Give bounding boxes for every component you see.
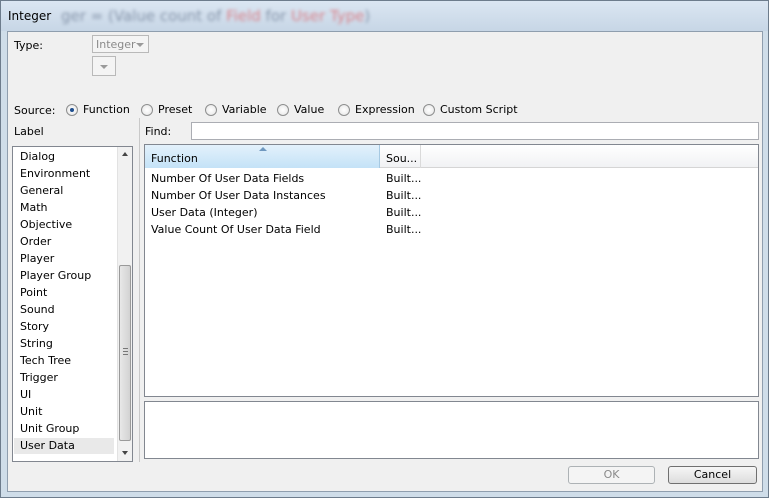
dialog-body: Type: Integer Source: Function Preset Va… <box>7 31 763 492</box>
list-item[interactable]: Point <box>20 286 47 299</box>
column-header-label: Sou... <box>386 152 418 165</box>
grip-icon <box>123 348 128 355</box>
cancel-button[interactable]: Cancel <box>668 466 757 484</box>
list-item[interactable]: String <box>20 337 53 350</box>
function-cell: Value Count Of User Data Field <box>151 223 321 236</box>
source-radio-expression[interactable]: Expression <box>338 103 415 116</box>
source-radio-variable[interactable]: Variable <box>205 103 267 116</box>
list-item[interactable]: Trigger <box>20 371 58 384</box>
list-item[interactable]: Player <box>20 252 54 265</box>
dialog-window: Integer ger = (Value count of Field for … <box>0 0 769 498</box>
table-row[interactable]: Number Of User Data Fields Built... <box>145 170 758 187</box>
radio-icon <box>141 103 153 116</box>
label-list-scrollbar[interactable] <box>117 147 132 461</box>
ok-button[interactable]: OK <box>568 466 655 484</box>
list-item[interactable]: Order <box>20 235 51 248</box>
description-panel <box>144 401 759 459</box>
list-item[interactable]: UI <box>20 388 31 401</box>
subtype-dropdown[interactable] <box>92 56 116 76</box>
find-label: Find: <box>145 125 172 138</box>
scrollbar-thumb[interactable] <box>119 265 131 441</box>
source-radio-label: Preset <box>158 103 193 116</box>
list-item-selected[interactable]: User Data <box>14 438 114 454</box>
source-radio-label: Function <box>83 103 130 116</box>
table-row[interactable]: Value Count Of User Data Field Built... <box>145 221 758 238</box>
type-dropdown[interactable]: Integer <box>92 35 149 53</box>
list-item[interactable]: Tech Tree <box>20 354 71 367</box>
radio-selected-icon <box>66 103 78 116</box>
label-panel-heading: Label <box>14 125 44 138</box>
list-item[interactable]: Dialog <box>20 150 55 163</box>
blurred-expression-preview: ger = (Value count of Field for User Typ… <box>61 7 371 25</box>
radio-icon <box>423 103 435 116</box>
source-radio-value[interactable]: Value <box>277 103 324 116</box>
source-radio-label: Custom Script <box>440 103 518 116</box>
chevron-down-icon <box>100 65 108 69</box>
list-item[interactable]: Player Group <box>20 269 91 282</box>
type-label: Type: <box>14 39 43 52</box>
scroll-down-icon[interactable] <box>122 451 128 455</box>
source-radio-function[interactable]: Function <box>66 103 130 116</box>
column-header-label: Function <box>151 152 198 165</box>
table-row[interactable]: Number Of User Data Instances Built... <box>145 187 758 204</box>
list-item[interactable]: Sound <box>20 303 55 316</box>
function-cell: Number Of User Data Instances <box>151 189 326 202</box>
list-item[interactable]: Unit Group <box>20 422 79 435</box>
function-cell: User Data (Integer) <box>151 206 258 219</box>
function-cell: Number Of User Data Fields <box>151 172 305 185</box>
source-cell: Built... <box>386 172 422 185</box>
label-list[interactable]: Dialog Environment General Math Objectiv… <box>12 146 133 462</box>
scroll-up-icon[interactable] <box>122 152 128 156</box>
source-cell: Built... <box>386 206 422 219</box>
radio-icon <box>338 103 350 116</box>
function-table[interactable]: Function Sou... Number Of User Data Fiel… <box>144 144 759 397</box>
table-header: Function Sou... <box>145 145 758 168</box>
source-cell: Built... <box>386 189 422 202</box>
list-item[interactable]: Unit <box>20 405 42 418</box>
source-label: Source: <box>14 104 56 117</box>
window-title: Integer <box>8 9 52 23</box>
title-bar[interactable]: Integer ger = (Value count of Field for … <box>1 1 768 31</box>
radio-icon <box>277 103 289 116</box>
chevron-down-icon <box>136 43 144 47</box>
sort-ascending-icon <box>259 147 267 151</box>
radio-icon <box>205 103 217 116</box>
column-header-function[interactable]: Function <box>145 145 380 168</box>
source-radio-label: Variable <box>222 103 267 116</box>
list-item[interactable]: General <box>20 184 63 197</box>
source-radio-label: Value <box>294 103 325 116</box>
source-radio-custom-script[interactable]: Custom Script <box>423 103 518 116</box>
list-item[interactable]: Story <box>20 320 49 333</box>
source-cell: Built... <box>386 223 422 236</box>
find-input[interactable] <box>191 122 759 140</box>
source-radio-preset[interactable]: Preset <box>141 103 192 116</box>
list-item[interactable]: Math <box>20 201 48 214</box>
table-row[interactable]: User Data (Integer) Built... <box>145 204 758 221</box>
column-header-source[interactable]: Sou... <box>380 145 421 168</box>
list-item[interactable]: Objective <box>20 218 72 231</box>
panel-splitter[interactable] <box>139 118 140 462</box>
list-item[interactable]: Environment <box>20 167 90 180</box>
type-dropdown-value: Integer <box>96 38 136 51</box>
source-radio-label: Expression <box>355 103 415 116</box>
